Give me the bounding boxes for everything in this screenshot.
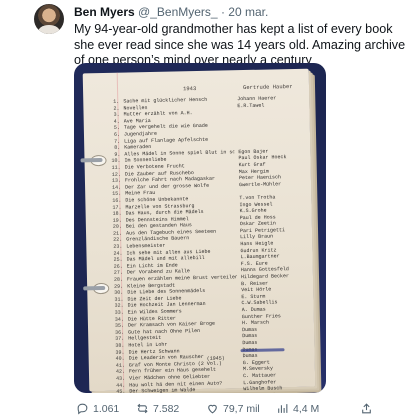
share-icon bbox=[362, 403, 371, 414]
entry-number: 45. bbox=[116, 388, 126, 393]
entry-author bbox=[238, 121, 304, 122]
repost-icon bbox=[137, 403, 148, 414]
reply-count: 1.061 bbox=[93, 402, 120, 415]
entry-author bbox=[238, 141, 304, 142]
like-count: 79,7 mil bbox=[223, 402, 260, 415]
page-header: 1943 Gertrude Hauber bbox=[123, 83, 303, 92]
notebook-page: 1943 Gertrude Hauber 1. Sache mit glückli… bbox=[80, 68, 316, 393]
entry-author bbox=[238, 115, 304, 116]
page-author-heading: Gertrude Hauber bbox=[242, 83, 293, 92]
entry-author bbox=[238, 134, 304, 135]
author-name[interactable]: Ben Myers bbox=[74, 5, 135, 19]
entry-author: Sigmund Kahn bbox=[243, 391, 309, 393]
repost-count: 7.582 bbox=[153, 402, 180, 415]
action-bar: 1.061 7.582 79,7 mil 4,4 M bbox=[74, 400, 414, 420]
views-button[interactable]: 4,4 M bbox=[276, 402, 319, 415]
tweet[interactable]: Ben Myers @_BenMyers_ · 20 mar. My 94-ye… bbox=[0, 0, 420, 420]
author-handle[interactable]: @_BenMyers_ bbox=[138, 5, 218, 19]
entry-author bbox=[238, 128, 304, 129]
tweet-header: Ben Myers @_BenMyers_ · 20 mar. bbox=[74, 4, 268, 20]
entry-author bbox=[239, 187, 305, 188]
tweet-text: My 94-year-old grandmother has kept a li… bbox=[74, 22, 406, 67]
year-note: (1945) bbox=[206, 355, 225, 362]
page-year: 1943 bbox=[182, 85, 197, 93]
avatar[interactable] bbox=[34, 4, 64, 34]
entry-author bbox=[237, 108, 303, 109]
like-button[interactable]: 79,7 mil bbox=[206, 402, 260, 415]
heart-icon bbox=[208, 404, 217, 414]
reply-icon bbox=[77, 403, 88, 415]
tweet-date[interactable]: 20 mar. bbox=[228, 5, 268, 19]
bar-chart-icon bbox=[278, 404, 288, 413]
entry-title: Der Schweigen im Walde bbox=[129, 387, 196, 393]
tweet-photo[interactable]: 1943 Gertrude Hauber 1. Sache mit glückli… bbox=[74, 63, 326, 393]
separator-dot: · bbox=[220, 5, 225, 19]
share-button[interactable] bbox=[360, 402, 373, 415]
reply-button[interactable]: 1.061 bbox=[76, 402, 119, 415]
repost-button[interactable]: 7.582 bbox=[136, 402, 179, 415]
view-count: 4,4 M bbox=[293, 402, 320, 415]
